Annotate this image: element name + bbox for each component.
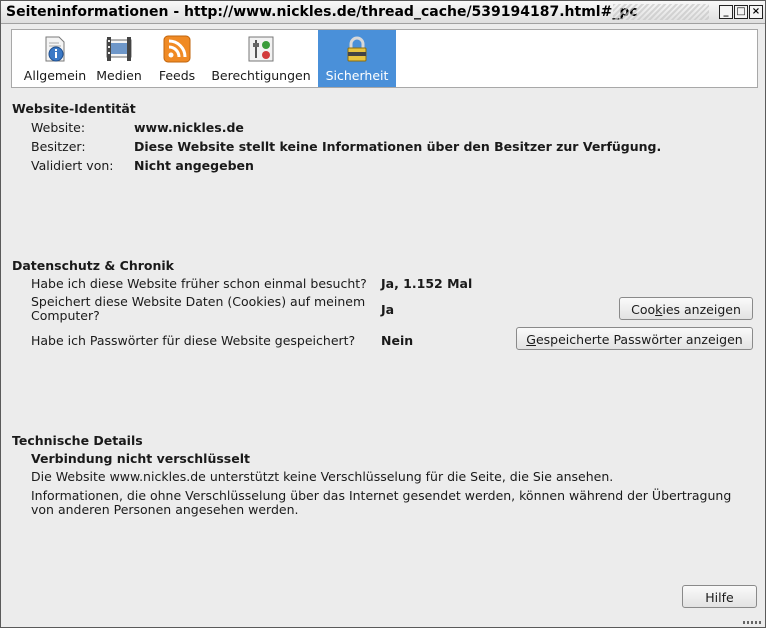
tab-sicherheit[interactable]: Sicherheit <box>318 30 396 87</box>
show-cookies-label-pre: Coo <box>631 302 656 317</box>
padlock-icon <box>347 36 367 62</box>
window-title: Seiteninformationen - http://www.nickles… <box>6 4 638 20</box>
visited-question: Habe ich diese Website früher schon einm… <box>31 276 367 291</box>
owner-value: Diese Website stellt keine Informationen… <box>134 139 662 154</box>
permissions-icon <box>248 36 274 62</box>
website-value: www.nickles.de <box>134 120 244 135</box>
website-label: Website: <box>31 120 86 135</box>
verified-label: Validiert von: <box>31 158 114 173</box>
title-bar[interactable]: Seiteninformationen - http://www.nickles… <box>1 1 765 24</box>
technical-line-2: Informationen, die ohne Verschlüsselung … <box>31 488 732 517</box>
tab-label: Allgemein <box>23 68 87 83</box>
connection-status: Verbindung nicht verschlüsselt <box>31 451 250 466</box>
minimize-button[interactable]: _ <box>719 5 733 19</box>
show-passwords-button[interactable]: Gespeicherte Passwörter anzeigen <box>516 327 753 350</box>
passwords-answer: Nein <box>381 333 414 348</box>
passwords-question: Habe ich Passwörter für diese Website ge… <box>31 333 356 348</box>
tab-feeds[interactable]: Feeds <box>152 30 202 87</box>
privacy-heading: Datenschutz & Chronik <box>12 258 174 273</box>
tab-medien[interactable]: Medien <box>94 30 144 87</box>
cookies-answer: Ja <box>381 302 395 317</box>
close-button[interactable]: × <box>749 5 763 19</box>
maximize-button[interactable]: □ <box>734 5 748 19</box>
help-button[interactable]: Hilfe <box>682 585 757 608</box>
tab-berechtigungen[interactable]: Berechtigungen <box>210 30 312 87</box>
owner-label: Besitzer: <box>31 139 86 154</box>
technical-heading: Technische Details <box>12 433 143 448</box>
show-passwords-accesskey: G <box>526 332 536 347</box>
tab-label: Sicherheit <box>325 68 389 83</box>
tab-label: Feeds <box>158 68 196 83</box>
rss-feed-icon <box>163 35 191 63</box>
tab-label: Berechtigungen <box>211 68 311 83</box>
show-cookies-label-post: ies anzeigen <box>662 302 741 317</box>
tab-label: Medien <box>96 68 142 83</box>
technical-line-1: Die Website www.nickles.de unterstützt k… <box>31 469 614 484</box>
tab-allgemein[interactable]: Allgemein <box>16 30 94 87</box>
tab-bar: Allgemein Medien Feeds Berechtigungen Si… <box>11 29 758 88</box>
identity-heading: Website-Identität <box>12 101 136 116</box>
title-bar-decoration <box>613 4 709 20</box>
resize-grip[interactable] <box>743 621 761 624</box>
show-cookies-button[interactable]: Cookies anzeigen <box>619 297 753 320</box>
verified-value: Nicht angegeben <box>134 158 254 173</box>
media-film-icon <box>106 37 132 61</box>
visited-answer: Ja, 1.152 Mal <box>381 276 473 291</box>
show-passwords-label: espeicherte Passwörter anzeigen <box>535 332 743 347</box>
cookies-question: Speichert diese Website Daten (Cookies) … <box>31 294 366 323</box>
info-page-icon <box>45 36 65 62</box>
page-info-window: Seiteninformationen - http://www.nickles… <box>0 0 766 628</box>
